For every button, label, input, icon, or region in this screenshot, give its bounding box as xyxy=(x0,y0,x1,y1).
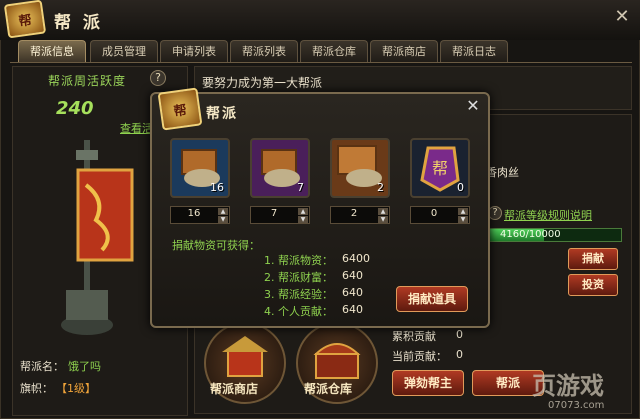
item-slot-medium-crate[interactable]: 7 xyxy=(250,138,310,198)
shop-label: 帮派商店 xyxy=(210,382,259,396)
quantity-value: 2 xyxy=(350,208,358,219)
svg-text:帮: 帮 xyxy=(432,159,448,178)
item-slot-banner-token[interactable]: 帮 0 xyxy=(410,138,470,198)
reward-value: 640 xyxy=(342,286,363,299)
reward-value: 6400 xyxy=(342,252,370,265)
window-title: 帮 派 xyxy=(54,13,103,33)
reward-value: 640 xyxy=(342,303,363,316)
increment-arrow-icon[interactable]: ▲ xyxy=(298,208,308,215)
guild-logo-icon: 帮 xyxy=(3,0,47,39)
view-activity-link[interactable]: 查看活 xyxy=(120,120,153,136)
reward-label: 4. 个人贡献： xyxy=(264,305,333,318)
item-count: 2 xyxy=(377,181,384,194)
item-count: 16 xyxy=(210,181,224,194)
item-slot-large-crate[interactable]: 2 xyxy=(330,138,390,198)
guild-notice-text: 要努力成为第一大帮派 xyxy=(202,76,323,90)
guild-exp-text: 4160/10000 xyxy=(500,229,561,240)
help-icon[interactable]: ? xyxy=(150,70,166,86)
reward-label: 3. 帮派经验： xyxy=(264,288,333,301)
quantity-stepper[interactable]: 16 ▲ ▼ xyxy=(170,206,230,224)
tab-guild-info[interactable]: 帮派信息 xyxy=(18,40,86,62)
close-icon[interactable]: ✕ xyxy=(611,6,633,28)
impeach-leader-button[interactable]: 弹劾帮主 xyxy=(392,370,464,396)
close-icon[interactable]: ✕ xyxy=(464,97,482,115)
weekly-activity-title: 帮派周活跃度 xyxy=(48,74,127,88)
tab-divider xyxy=(10,62,632,63)
leader-name-fragment: 香肉丝 xyxy=(486,166,519,179)
reward-value: 640 xyxy=(342,269,363,282)
current-contribution-value: 0 xyxy=(456,348,463,361)
total-contribution-value: 0 xyxy=(456,328,463,341)
current-contribution-label: 当前贡献： xyxy=(392,350,447,363)
quantity-value: 16 xyxy=(187,208,201,219)
tab-guild-log[interactable]: 帮派日志 xyxy=(440,40,508,62)
tab-guild-list[interactable]: 帮派列表 xyxy=(230,40,298,62)
guild-name-label: 帮派名： xyxy=(20,360,64,373)
reward-title: 捐献物资可获得： xyxy=(172,239,260,252)
flag-level-value: 【1级】 xyxy=(56,382,96,395)
quantity-stepper[interactable]: 2 ▲ ▼ xyxy=(330,206,390,224)
donate-items-button[interactable]: 捐献道具 xyxy=(396,286,468,312)
item-count: 0 xyxy=(457,181,464,194)
reward-label: 1. 帮派物资： xyxy=(264,254,333,267)
increment-arrow-icon[interactable]: ▲ xyxy=(458,208,468,215)
tab-application-list[interactable]: 申请列表 xyxy=(160,40,228,62)
quantity-stepper[interactable]: 7 ▲ ▼ xyxy=(250,206,310,224)
quantity-stepper[interactable]: 0 ▲ ▼ xyxy=(410,206,470,224)
quantity-value: 0 xyxy=(430,208,438,219)
tab-member-management[interactable]: 成员管理 xyxy=(90,40,158,62)
weekly-activity-value: 240 xyxy=(56,98,94,119)
donate-button[interactable]: 捐献 xyxy=(568,248,618,270)
invest-button[interactable]: 投资 xyxy=(568,274,618,296)
quantity-value: 7 xyxy=(270,208,278,219)
flag-level-label: 旗帜： xyxy=(20,382,53,395)
guild-logo-text: 帮 xyxy=(17,12,33,30)
watermark-url: 07073.com xyxy=(548,400,605,411)
total-contribution-label: 累积贡献 xyxy=(392,330,436,343)
increment-arrow-icon[interactable]: ▲ xyxy=(218,208,228,215)
help-icon[interactable]: ? xyxy=(488,206,502,220)
tab-guild-warehouse[interactable]: 帮派仓库 xyxy=(300,40,368,62)
item-slot-small-crate[interactable]: 16 xyxy=(170,138,230,198)
guild-name-value: 饿了吗 xyxy=(68,360,101,373)
dialog-logo-text: 帮 xyxy=(172,102,188,120)
decrement-arrow-icon[interactable]: ▼ xyxy=(458,216,468,223)
item-count: 7 xyxy=(297,181,304,194)
decrement-arrow-icon[interactable]: ▼ xyxy=(298,216,308,223)
increment-arrow-icon[interactable]: ▲ xyxy=(378,208,388,215)
level-rules-link[interactable]: 帮派等级规则说明 xyxy=(504,207,592,223)
decrement-arrow-icon[interactable]: ▼ xyxy=(378,216,388,223)
guild-logo-icon: 帮 xyxy=(157,87,203,131)
decrement-arrow-icon[interactable]: ▼ xyxy=(218,216,228,223)
reward-label: 2. 帮派财富： xyxy=(264,271,333,284)
warehouse-label: 帮派仓库 xyxy=(304,382,353,396)
dialog-title: 帮派 xyxy=(206,106,238,122)
tab-guild-shop[interactable]: 帮派商店 xyxy=(370,40,438,62)
